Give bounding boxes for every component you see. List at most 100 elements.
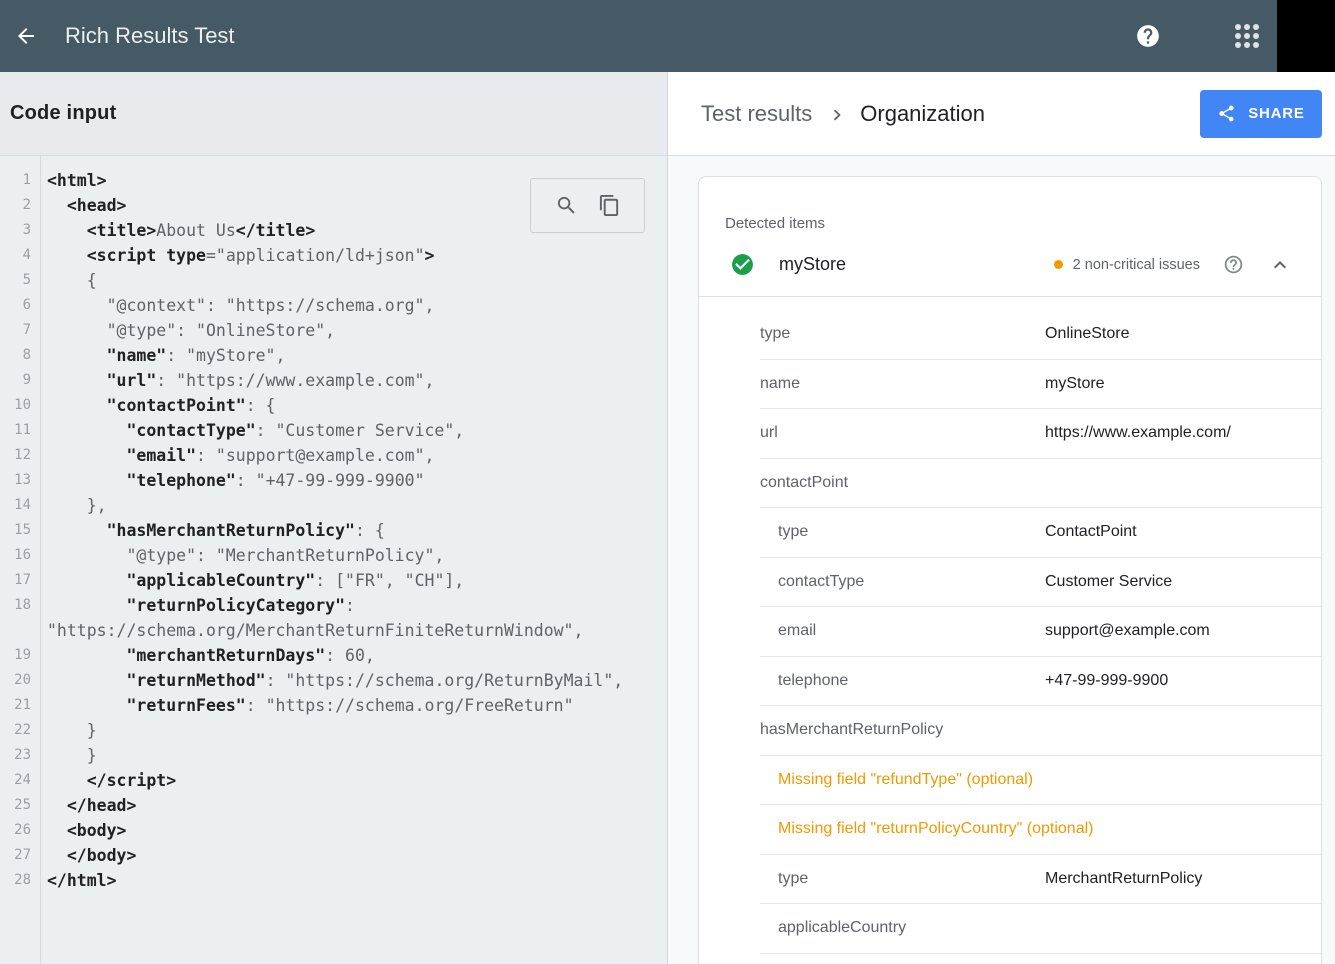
code-text: "applicableCountry": ["FR", "CH"], xyxy=(40,568,464,593)
code-line: 12 "email": "support@example.com", xyxy=(0,443,667,468)
property-value: https://www.example.com/ xyxy=(1045,424,1231,442)
code-input-header: Code input xyxy=(0,72,667,156)
gutter-divider xyxy=(40,156,41,964)
line-number: 14 xyxy=(0,493,40,518)
line-number xyxy=(0,618,40,643)
line-number: 4 xyxy=(0,243,40,268)
app-topbar: Rich Results Test xyxy=(0,0,1335,72)
property-key: name xyxy=(760,375,1045,393)
app-title: Rich Results Test xyxy=(65,23,235,49)
code-text: "returnPolicyCategory": xyxy=(40,593,355,618)
line-number: 9 xyxy=(0,368,40,393)
code-text: <script type="application/ld+json"> xyxy=(40,243,434,268)
code-text: "returnFees": "https://schema.org/FreeRe… xyxy=(40,693,574,718)
back-arrow-icon[interactable] xyxy=(14,24,38,48)
code-line: 20 "returnMethod": "https://schema.org/R… xyxy=(0,668,667,693)
property-key: applicableCountry xyxy=(760,919,1045,937)
property-key: contactPoint xyxy=(760,474,1045,492)
code-line: 21 "returnFees": "https://schema.org/Fre… xyxy=(0,693,667,718)
issues-count-text: 2 non-critical issues xyxy=(1073,257,1200,273)
code-line: 4 <script type="application/ld+json"> xyxy=(0,243,667,268)
share-button-label: SHARE xyxy=(1248,105,1305,122)
results-panel: Test results Organization SHARE Detected… xyxy=(668,72,1335,964)
chevron-up-icon[interactable] xyxy=(1268,253,1292,277)
code-line: 28</html> xyxy=(0,868,667,893)
line-number: 6 xyxy=(0,293,40,318)
code-line: 7 "@type": "OnlineStore", xyxy=(0,318,667,343)
property-row: typeContactPoint xyxy=(760,508,1321,558)
results-content: Detected items myStore 2 non-critical is… xyxy=(668,156,1335,964)
code-text: </body> xyxy=(40,843,136,868)
search-icon[interactable] xyxy=(555,194,578,217)
main-split: Code input 1<html>2 <head>3 <title>About… xyxy=(0,72,1335,964)
code-editor[interactable]: 1<html>2 <head>3 <title>About Us</title>… xyxy=(0,156,667,964)
editor-toolbar xyxy=(530,178,645,233)
property-value: MerchantReturnPolicy xyxy=(1045,870,1202,888)
code-text: { xyxy=(40,268,97,293)
property-value: ContactPoint xyxy=(1045,523,1137,541)
line-number: 5 xyxy=(0,268,40,293)
code-text: "contactPoint": { xyxy=(40,393,276,418)
code-text: </head> xyxy=(40,793,136,818)
code-line: 15 "hasMerchantReturnPolicy": { xyxy=(0,518,667,543)
copy-icon[interactable] xyxy=(598,194,621,217)
code-line: 24 </script> xyxy=(0,768,667,793)
code-text: "email": "support@example.com", xyxy=(40,443,434,468)
property-value: +47-99-999-9900 xyxy=(1045,672,1168,690)
property-value: myStore xyxy=(1045,375,1105,393)
property-row: telephone+47-99-999-9900 xyxy=(760,657,1321,707)
code-line: 25 </head> xyxy=(0,793,667,818)
code-text: <html> xyxy=(40,168,107,193)
property-key: telephone xyxy=(760,672,1045,690)
code-text: "contactType": "Customer Service", xyxy=(40,418,464,443)
warning-row[interactable]: Missing field "returnPolicyCountry" (opt… xyxy=(760,805,1321,855)
help-icon[interactable] xyxy=(1135,23,1161,49)
property-row: typeOnlineStore xyxy=(760,310,1321,360)
line-number: 13 xyxy=(0,468,40,493)
results-header: Test results Organization SHARE xyxy=(668,72,1335,156)
share-icon xyxy=(1217,104,1236,123)
line-number: 17 xyxy=(0,568,40,593)
property-row: contactTypeCustomer Service xyxy=(760,558,1321,608)
line-number: 10 xyxy=(0,393,40,418)
line-number: 21 xyxy=(0,693,40,718)
property-row: urlhttps://www.example.com/ xyxy=(760,409,1321,459)
detected-item-mystore[interactable]: myStore 2 non-critical issues xyxy=(699,233,1321,297)
property-value: OnlineStore xyxy=(1045,325,1130,343)
code-text: "https://schema.org/MerchantReturnFinite… xyxy=(40,618,583,643)
apps-grid-icon[interactable] xyxy=(1234,23,1260,49)
breadcrumb-test-results[interactable]: Test results xyxy=(701,101,812,127)
property-key: hasMerchantReturnPolicy xyxy=(760,721,1045,739)
property-value: support@example.com xyxy=(1045,622,1210,640)
line-number: 8 xyxy=(0,343,40,368)
code-text: } xyxy=(40,718,97,743)
property-key: email xyxy=(760,622,1045,640)
check-circle-icon xyxy=(730,252,755,277)
property-key: type xyxy=(760,870,1045,888)
property-key: url xyxy=(760,424,1045,442)
topbar-actions xyxy=(1135,0,1335,72)
code-text: "telephone": "+47-99-999-9900" xyxy=(40,468,425,493)
line-number: 7 xyxy=(0,318,40,343)
code-text: <body> xyxy=(40,818,126,843)
help-outline-icon[interactable] xyxy=(1223,254,1244,275)
chevron-right-icon xyxy=(826,104,848,126)
code-line: 19 "merchantReturnDays": 60, xyxy=(0,643,667,668)
property-table: typeOnlineStorenamemyStoreurlhttps://www… xyxy=(760,297,1321,954)
code-text: "name": "myStore", xyxy=(40,343,285,368)
code-text: "url": "https://www.example.com", xyxy=(40,368,434,393)
property-key: contactType xyxy=(760,573,1045,591)
property-row: hasMerchantReturnPolicy xyxy=(760,706,1321,756)
warning-text: Missing field "returnPolicyCountry" (opt… xyxy=(760,820,1093,838)
line-number: 24 xyxy=(0,768,40,793)
share-button[interactable]: SHARE xyxy=(1200,90,1322,138)
code-line: 8 "name": "myStore", xyxy=(0,343,667,368)
warning-row[interactable]: Missing field "refundType" (optional) xyxy=(760,756,1321,806)
line-number: 25 xyxy=(0,793,40,818)
line-number: 11 xyxy=(0,418,40,443)
code-text: }, xyxy=(40,493,107,518)
item-issues-summary: 2 non-critical issues xyxy=(1054,253,1292,277)
property-value: Customer Service xyxy=(1045,573,1172,591)
code-input-title: Code input xyxy=(10,102,116,125)
line-number: 16 xyxy=(0,543,40,568)
